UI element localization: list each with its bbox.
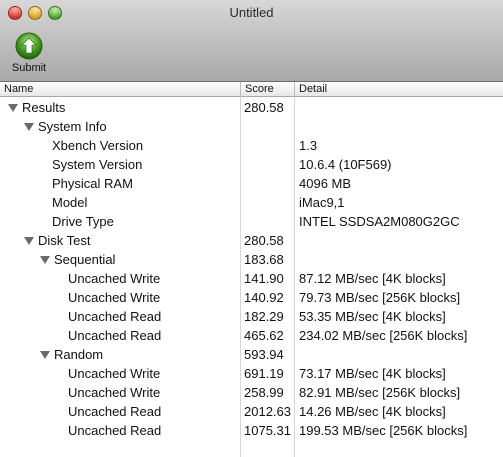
row-score: 258.99 (244, 385, 284, 400)
row-score: 465.62 (244, 328, 284, 343)
column-header-name[interactable]: Name (0, 82, 240, 97)
row-label: Uncached Write (68, 290, 161, 305)
outline-row[interactable]: Drive Type INTEL SSDSA2M080G2GC (0, 212, 503, 231)
row-detail: 199.53 MB/sec [256K blocks] (299, 423, 468, 438)
outline-row[interactable]: System Version 10.6.4 (10F569) (0, 155, 503, 174)
disclosure-triangle-icon[interactable] (24, 236, 34, 245)
row-label: Uncached Write (68, 385, 161, 400)
row-detail: 82.91 MB/sec [256K blocks] (299, 385, 461, 400)
row-label: Random (54, 347, 104, 362)
row-label: Uncached Read (68, 309, 162, 324)
outline-row[interactable]: Uncached Write 140.92 79.73 MB/sec [256K b… (0, 288, 503, 307)
outline-row[interactable]: Model iMac9,1 (0, 193, 503, 212)
row-name: Uncached Read (68, 402, 161, 421)
row-detail: 1.3 (299, 138, 318, 153)
row-name: Uncached Write (68, 383, 160, 402)
row-label: Physical RAM (52, 176, 133, 191)
row-name: Uncached Write (68, 364, 160, 383)
outline-row[interactable]: Uncached Write 141.90 87.12 MB/sec [4K blo… (0, 269, 503, 288)
row-detail: INTEL SSDSA2M080G2GC (299, 214, 460, 229)
row-name: Results (8, 98, 65, 117)
row-label: Uncached Write (68, 271, 161, 286)
disclosure-triangle-icon[interactable] (24, 122, 34, 131)
outline-row[interactable]: Disk Test 280.58 (0, 231, 503, 250)
row-name: Model (52, 193, 87, 212)
row-detail: 4096 MB (299, 176, 352, 191)
row-score: 691.19 (244, 366, 284, 381)
row-score: 140.92 (244, 290, 284, 305)
row-label: Uncached Read (68, 328, 162, 343)
row-label: System Info (38, 119, 107, 134)
title-toolbar-area: Untitled Submit (0, 0, 503, 82)
row-detail: 79.73 MB/sec [256K blocks] (299, 290, 461, 305)
row-name: Xbench Version (52, 136, 143, 155)
row-name: Random (40, 345, 103, 364)
outline-row[interactable]: Uncached Read 465.62 234.02 MB/sec [256K b… (0, 326, 503, 345)
row-score: 141.90 (244, 271, 284, 286)
disclosure-triangle-icon[interactable] (40, 255, 50, 264)
column-header: Name Score Detail (0, 82, 503, 97)
row-detail: 14.26 MB/sec [4K blocks] (299, 404, 446, 419)
submit-button[interactable]: Submit (8, 32, 50, 74)
row-detail: iMac9,1 (299, 195, 345, 210)
row-name: Sequential (40, 250, 115, 269)
row-name: Disk Test (24, 231, 91, 250)
outline-row[interactable]: Sequential 183.68 (0, 250, 503, 269)
column-header-detail[interactable]: Detail (294, 82, 503, 97)
green-up-arrow-icon (15, 32, 43, 60)
row-name: System Info (24, 117, 107, 136)
row-name: Drive Type (52, 212, 114, 231)
row-score: 593.94 (244, 347, 284, 362)
row-name: Uncached Read (68, 326, 161, 345)
outline-row[interactable]: Random 593.94 (0, 345, 503, 364)
row-label: Uncached Read (68, 423, 162, 438)
window-title: Untitled (229, 5, 274, 20)
row-detail: 87.12 MB/sec [4K blocks] (299, 271, 446, 286)
row-detail: 53.35 MB/sec [4K blocks] (299, 309, 446, 324)
disclosure-triangle-icon[interactable] (40, 350, 50, 359)
row-name: Uncached Write (68, 288, 160, 307)
row-name: Uncached Read (68, 421, 161, 440)
row-score: 280.58 (244, 233, 284, 248)
row-label: System Version (52, 157, 143, 172)
column-header-score[interactable]: Score (240, 82, 294, 97)
row-label: Drive Type (52, 214, 114, 229)
outline-row[interactable]: Uncached Read 1075.31 199.53 MB/sec [256K … (0, 421, 503, 440)
row-detail: 234.02 MB/sec [256K blocks] (299, 328, 468, 343)
row-label: Sequential (54, 252, 116, 267)
row-name: Physical RAM (52, 174, 133, 193)
row-label: Uncached Read (68, 404, 162, 419)
row-score: 183.68 (244, 252, 284, 267)
outline-row[interactable]: Uncached Read 182.29 53.35 MB/sec [4K bloc… (0, 307, 503, 326)
outline-row[interactable]: Uncached Write 691.19 73.17 MB/sec [4K blo… (0, 364, 503, 383)
row-label: Model (52, 195, 88, 210)
row-label: Uncached Write (68, 366, 161, 381)
row-score: 2012.63 (244, 404, 291, 419)
disclosure-triangle-icon[interactable] (8, 103, 18, 112)
results-outline[interactable]: Results 280.58 System Info Xbench Version 1.… (0, 98, 503, 440)
outline-row[interactable]: Results 280.58 (0, 98, 503, 117)
row-name: Uncached Read (68, 307, 161, 326)
row-score: 280.58 (244, 100, 284, 115)
outline-row[interactable]: Uncached Write 258.99 82.91 MB/sec [256K b… (0, 383, 503, 402)
row-name: Uncached Write (68, 269, 160, 288)
outline-row[interactable]: Physical RAM 4096 MB (0, 174, 503, 193)
row-label: Results (22, 100, 66, 115)
row-label: Xbench Version (52, 138, 144, 153)
outline-row[interactable]: Uncached Read 2012.63 14.26 MB/sec [4K blo… (0, 402, 503, 421)
row-score: 1075.31 (244, 423, 291, 438)
xbench-window: Untitled Submit Name Score Detail Result… (0, 0, 503, 457)
outline-row[interactable]: System Info (0, 117, 503, 136)
row-detail: 10.6.4 (10F569) (299, 157, 392, 172)
row-label: Disk Test (38, 233, 91, 248)
submit-label: Submit (11, 62, 47, 74)
row-name: System Version (52, 155, 142, 174)
row-detail: 73.17 MB/sec [4K blocks] (299, 366, 446, 381)
row-score: 182.29 (244, 309, 284, 324)
outline-row[interactable]: Xbench Version 1.3 (0, 136, 503, 155)
